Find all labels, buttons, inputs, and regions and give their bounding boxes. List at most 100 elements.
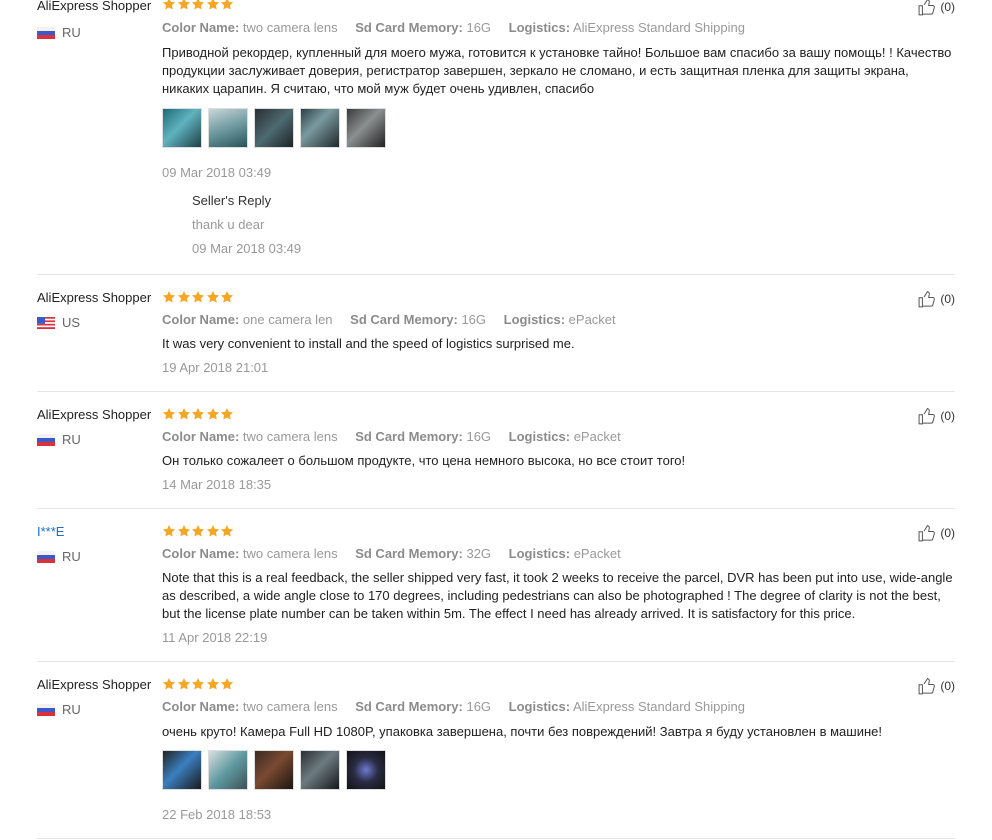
- helpful-button[interactable]: (0): [916, 406, 955, 426]
- star-icon: [162, 290, 176, 304]
- country-code: US: [62, 315, 81, 330]
- review-photo[interactable]: [346, 108, 386, 148]
- reviewer-name[interactable]: AliExpress Shopper: [37, 676, 151, 694]
- star-icon: [177, 407, 191, 421]
- review-photos: [162, 750, 392, 790]
- logistics-label: Logistics:: [503, 312, 566, 327]
- helpful-count: (0): [940, 409, 955, 423]
- star-icon: [220, 407, 234, 421]
- review-photos: [162, 108, 392, 148]
- helpful-button[interactable]: (0): [916, 523, 955, 543]
- sd-card-value: 16G: [461, 312, 487, 327]
- thumbs-up-icon: [916, 676, 938, 696]
- star-rating: [162, 290, 235, 306]
- seller-reply-title: Seller's Reply: [192, 193, 272, 208]
- country-code: RU: [62, 25, 81, 40]
- review-text: It was very convenient to install and th…: [162, 336, 575, 351]
- color-name-value: one camera len: [242, 312, 333, 327]
- review-photo[interactable]: [162, 108, 202, 148]
- review-item: AliExpress Shopper RU Color Name: two ca…: [37, 676, 955, 839]
- logistics-label: Logistics:: [508, 546, 571, 561]
- review-photo[interactable]: [208, 750, 248, 790]
- color-name-value: two camera lens: [242, 429, 338, 444]
- reviewer-country: RU: [37, 702, 81, 718]
- country-code: RU: [62, 432, 81, 447]
- color-name-value: two camera lens: [242, 699, 338, 714]
- reviewer-country: RU: [37, 549, 81, 565]
- review-photo[interactable]: [300, 750, 340, 790]
- order-info: Color Name: two camera lens Sd Card Memo…: [162, 546, 621, 562]
- review-text: Он только сожалеет о большом продукте, ч…: [162, 453, 686, 468]
- star-rating: [162, 407, 235, 423]
- ru-flag-icon: [37, 434, 55, 446]
- us-flag-icon: [37, 317, 55, 329]
- review-photo[interactable]: [254, 108, 294, 148]
- sd-card-label: Sd Card Memory:: [355, 429, 463, 444]
- color-name-label: Color Name:: [162, 312, 240, 327]
- sd-card-value: 16G: [466, 429, 492, 444]
- sd-card-value: 32G: [466, 546, 492, 561]
- review-photo[interactable]: [300, 108, 340, 148]
- order-info: Color Name: two camera lens Sd Card Memo…: [162, 699, 745, 715]
- ru-flag-icon: [37, 551, 55, 563]
- star-icon: [206, 0, 220, 11]
- logistics-label: Logistics:: [508, 429, 571, 444]
- star-icon: [177, 0, 191, 11]
- star-icon: [191, 677, 205, 691]
- review-item: I***E RU Color Name: two camera lens Sd …: [37, 523, 955, 662]
- star-icon: [162, 524, 176, 538]
- ru-flag-icon: [37, 704, 55, 716]
- star-icon: [220, 0, 234, 11]
- logistics-value: AliExpress Standard Shipping: [572, 20, 745, 35]
- reviewer-name[interactable]: AliExpress Shopper: [37, 0, 151, 15]
- reviewer-country: RU: [37, 432, 81, 448]
- helpful-count: (0): [940, 526, 955, 540]
- review-photo[interactable]: [346, 750, 386, 790]
- star-icon: [206, 407, 220, 421]
- review-date: 09 Mar 2018 03:49: [162, 165, 272, 180]
- thumbs-up-icon: [916, 523, 938, 543]
- review-photo[interactable]: [162, 750, 202, 790]
- helpful-count: (0): [940, 0, 955, 14]
- star-icon: [220, 290, 234, 304]
- review-date: 19 Apr 2018 21:01: [162, 360, 269, 375]
- logistics-value: ePacket: [568, 312, 616, 327]
- review-item: AliExpress Shopper RU Color Name: two ca…: [37, 0, 955, 275]
- seller-reply-date: 09 Mar 2018 03:49: [192, 241, 302, 256]
- logistics-value: ePacket: [573, 429, 621, 444]
- color-name-label: Color Name:: [162, 699, 240, 714]
- reviewer-country: US: [37, 315, 80, 331]
- helpful-count: (0): [940, 679, 955, 693]
- sd-card-label: Sd Card Memory:: [355, 699, 463, 714]
- helpful-button[interactable]: (0): [916, 676, 955, 696]
- helpful-button[interactable]: (0): [916, 289, 955, 309]
- review-text: очень круто! Камера Full HD 1080P, упако…: [162, 724, 882, 739]
- review-photo[interactable]: [254, 750, 294, 790]
- color-name-value: two camera lens: [242, 20, 338, 35]
- star-icon: [177, 290, 191, 304]
- sd-card-label: Sd Card Memory:: [355, 20, 463, 35]
- star-icon: [177, 677, 191, 691]
- review-text: Приводной рекордер, купленный для моего …: [162, 45, 952, 96]
- star-icon: [162, 677, 176, 691]
- logistics-label: Logistics:: [508, 699, 571, 714]
- star-icon: [162, 407, 176, 421]
- reviewer-country: RU: [37, 25, 81, 41]
- reviewer-name[interactable]: I***E: [37, 523, 64, 541]
- order-info: Color Name: two camera lens Sd Card Memo…: [162, 429, 621, 445]
- color-name-label: Color Name:: [162, 546, 240, 561]
- review-date: 11 Apr 2018 22:19: [162, 630, 268, 645]
- star-icon: [177, 524, 191, 538]
- star-rating: [162, 677, 235, 693]
- review-date: 14 Mar 2018 18:35: [162, 477, 272, 492]
- logistics-label: Logistics:: [508, 20, 571, 35]
- reviewer-name[interactable]: AliExpress Shopper: [37, 289, 151, 307]
- country-code: RU: [62, 549, 81, 564]
- reviewer-name[interactable]: AliExpress Shopper: [37, 406, 151, 424]
- star-icon: [206, 677, 220, 691]
- helpful-button[interactable]: (0): [916, 0, 955, 17]
- review-text: Note that this is a real feedback, the s…: [162, 570, 953, 621]
- thumbs-up-icon: [916, 0, 938, 17]
- sd-card-value: 16G: [466, 20, 492, 35]
- review-photo[interactable]: [208, 108, 248, 148]
